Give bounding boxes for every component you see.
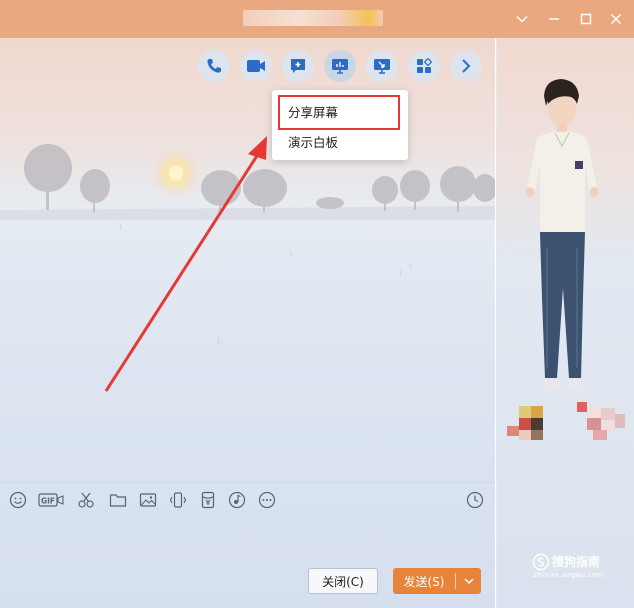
add-chat-button[interactable] [282,50,314,82]
history-clock-icon[interactable] [465,490,485,510]
add-chat-icon [291,59,305,73]
image-icon[interactable] [138,490,158,510]
remote-desktop-button[interactable] [366,50,398,82]
close-window-icon[interactable] [606,9,626,29]
video-call-button[interactable] [240,50,272,82]
apps-button[interactable] [408,50,440,82]
blurred-contact-name [243,10,383,26]
chat-area: GIF 关闭(C) 发送(S) [0,38,495,608]
red-packet-icon[interactable] [198,490,218,510]
chat-toolbar [0,38,495,93]
maximize-icon[interactable] [576,9,596,29]
gif-icon[interactable]: GIF [38,490,64,510]
watermark-url: zhinan.sogou.com [533,571,605,579]
music-icon[interactable] [227,490,247,510]
send-options-dropdown[interactable] [456,575,481,587]
avatar-figure [507,79,625,440]
send-label: 发送(S) [403,574,445,589]
more-icon[interactable] [257,490,277,510]
folder-icon[interactable] [108,490,128,510]
watermark-brand: 搜狗指南 [552,555,601,569]
share-screen-button[interactable] [324,50,356,82]
remote-desktop-icon [374,59,390,74]
avatar-panel [496,38,634,608]
share-screen-icon [332,59,348,74]
menu-dropdown-icon[interactable] [512,9,532,29]
annotation-highlight-box [278,95,400,130]
menu-item-whiteboard[interactable]: 演示白板 [288,132,338,151]
phone-icon [207,59,221,73]
emoji-icon[interactable] [8,490,28,510]
svg-text:GIF: GIF [41,497,55,506]
annotation-arrow-head [248,136,267,160]
title-bar [0,0,634,38]
watermark-logo-icon [532,553,550,571]
input-divider [0,482,495,483]
voice-call-button[interactable] [198,50,230,82]
close-chat-label: 关闭(C) [322,574,364,589]
apps-icon [417,58,432,73]
scissors-icon[interactable] [76,490,96,510]
minimize-icon[interactable] [544,9,564,29]
send-button[interactable]: 发送(S) [393,568,481,594]
video-icon [247,60,265,72]
chevron-down-icon [463,578,474,585]
close-chat-button[interactable]: 关闭(C) [308,568,378,594]
background-scene [0,136,495,392]
chevron-right-icon [462,59,471,73]
watermark: 搜狗指南 zhinan.sogou.com [530,553,630,583]
more-tools-button[interactable] [450,50,482,82]
shake-icon[interactable] [168,490,188,510]
